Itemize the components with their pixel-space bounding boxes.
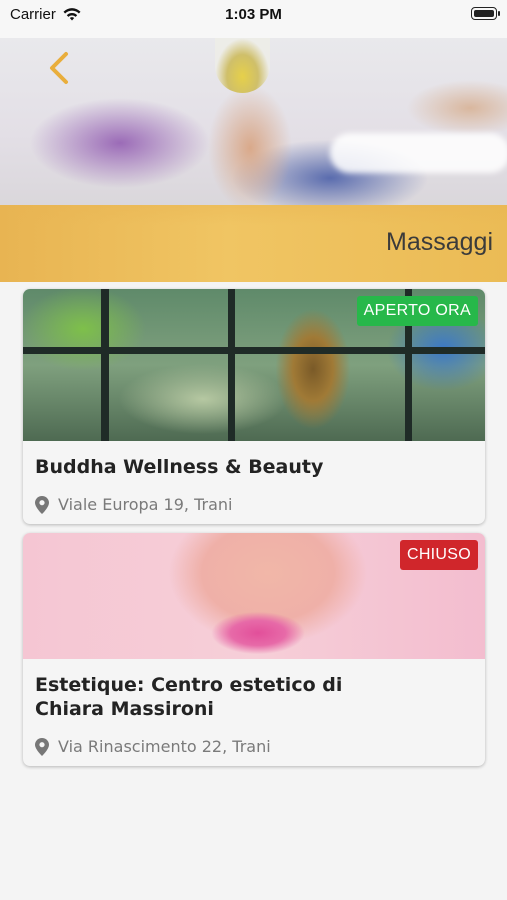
business-list: APERTO ORA Buddha Wellness & Beauty Vial… [23, 289, 485, 775]
business-name: Estetique: Centro estetico di Chiara Mas… [35, 673, 473, 721]
business-name: Buddha Wellness & Beauty [35, 456, 324, 478]
address-text: Via Rinascimento 22, Trani [58, 737, 271, 756]
status-bar: Carrier 1:03 PM [0, 0, 507, 38]
business-card[interactable]: CHIUSO Estetique: Centro estetico di Chi… [23, 533, 485, 766]
address-text: Viale Europa 19, Trani [58, 495, 233, 514]
business-name-line1: Estetique: Centro estetico di [35, 674, 343, 696]
page-title: Massaggi [386, 228, 493, 256]
category-header: Massaggi [0, 38, 507, 282]
location-pin-icon [35, 737, 49, 756]
back-chevron-icon[interactable] [40, 48, 80, 88]
status-badge: CHIUSO [399, 540, 478, 570]
location-pin-icon [35, 495, 49, 514]
clock: 1:03 PM [225, 6, 282, 23]
business-card[interactable]: APERTO ORA Buddha Wellness & Beauty Vial… [23, 289, 485, 524]
business-address: Via Rinascimento 22, Trani [35, 737, 473, 756]
business-photo: APERTO ORA [23, 289, 485, 441]
business-address: Viale Europa 19, Trani [35, 495, 473, 514]
battery-icon [471, 7, 500, 20]
business-photo: CHIUSO [23, 533, 485, 659]
status-badge: APERTO ORA [356, 296, 478, 326]
business-name-line2: Chiara Massironi [35, 698, 214, 720]
